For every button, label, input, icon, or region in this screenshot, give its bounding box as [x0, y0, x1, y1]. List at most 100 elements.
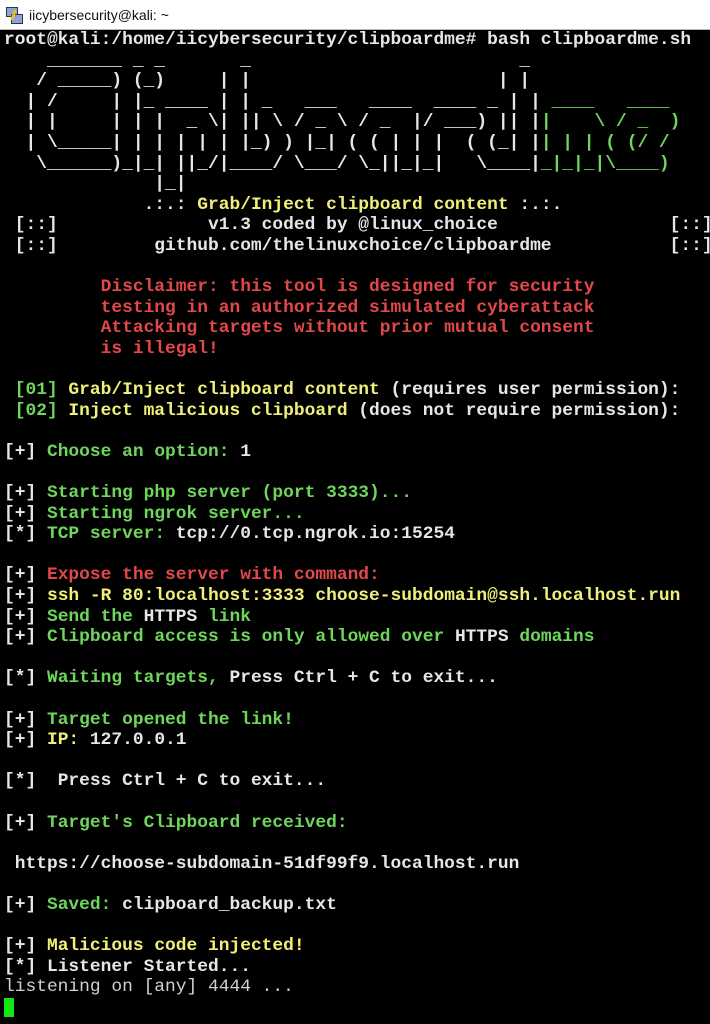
- terminal-line: .:.: Grab/Inject clipboard content :.:.: [4, 195, 710, 216]
- window-titlebar[interactable]: iicybersecurity@kali: ~: [0, 0, 710, 30]
- ascii-banner-line: / _____) (_) | | | |: [4, 71, 710, 92]
- terminal-line: Attacking targets without prior mutual c…: [4, 318, 710, 339]
- terminal-text: 1: [240, 441, 251, 462]
- terminal-text: [+]: [4, 606, 47, 627]
- terminal-text: Target's Clipboard received:: [46, 812, 348, 833]
- terminal-text: tcp://0.tcp.ngrok.io:15254: [175, 524, 455, 545]
- terminal-line: [02] Inject malicious clipboard (does no…: [4, 401, 710, 422]
- terminal-text: link: [197, 606, 251, 627]
- terminal-line: [+] Malicious code injected!: [4, 936, 710, 957]
- terminal-line: [+] Saved: clipboard_backup.txt: [4, 895, 710, 916]
- terminal-text: [+]: [4, 441, 47, 462]
- terminal-text: | | | ( (/ /: [540, 132, 670, 153]
- terminal-text: Press Ctrl + C to exit...: [229, 668, 498, 689]
- terminal-text: _|_|_|\____): [540, 153, 670, 174]
- terminal-text: Waiting targets,: [46, 668, 230, 689]
- terminal-text: | / | |_ ____ | | _ ___ ____ ____ _ | |: [4, 91, 541, 112]
- terminal-text: | \ / _ ): [540, 112, 681, 133]
- terminal-text: ____ ____: [540, 91, 670, 112]
- terminal-text: [*]: [4, 771, 58, 792]
- terminal-line: [+] ssh -R 80:localhost:3333 choose-subd…: [4, 586, 710, 607]
- terminal-text: clipboard_backup.txt: [122, 894, 337, 915]
- terminal-text: [+]: [4, 483, 47, 504]
- terminal-text: 127.0.0.1: [89, 730, 187, 751]
- terminal-text: |_|: [4, 174, 187, 195]
- terminal-text: (does not require permission):: [347, 400, 681, 421]
- terminal-text: Clipboard access is only allowed over: [46, 627, 455, 648]
- terminal-text: [+]: [4, 709, 47, 730]
- terminal-text: HTTPS: [143, 606, 198, 627]
- terminal-text: [::] v1.3 coded by @linux_choice [::]: [4, 215, 710, 236]
- terminal-text: Target opened the link!: [46, 709, 294, 730]
- terminal-text: Grab/Inject clipboard content: [197, 194, 509, 215]
- terminal-text: [+]: [4, 565, 47, 586]
- terminal-text: Send the: [46, 606, 144, 627]
- terminal-text: [+]: [4, 503, 47, 524]
- terminal-line: [*] Waiting targets, Press Ctrl + C to e…: [4, 668, 710, 689]
- terminal-text: [+]: [4, 812, 47, 833]
- terminal-text: Malicious code injected!: [46, 936, 305, 957]
- terminal-line: [::] github.com/thelinuxchoice/clipboard…: [4, 236, 710, 257]
- terminal-line: root@kali:/home/iicybersecurity/clipboar…: [4, 30, 710, 51]
- terminal-line: [01] Grab/Inject clipboard content (requ…: [4, 380, 710, 401]
- terminal-output[interactable]: root@kali:/home/iicybersecurity/clipboar…: [0, 30, 710, 1024]
- terminal-line: https://choose-subdomain-51df99f9.localh…: [4, 854, 710, 875]
- terminal-text: \______)_|_| ||_/|____/ \___/ \_||_|_| \…: [4, 153, 541, 174]
- terminal-line: [*] Press Ctrl + C to exit...: [4, 771, 710, 792]
- terminal-cursor[interactable]: [4, 997, 14, 1017]
- terminal-line: [+] Starting ngrok server...: [4, 504, 710, 525]
- terminal-text: Expose the server with command:: [46, 565, 380, 586]
- terminal-text: [+]: [4, 730, 47, 751]
- terminal-text: is illegal!: [4, 338, 219, 359]
- terminal-line: [::] v1.3 coded by @linux_choice [::]: [4, 215, 710, 236]
- terminal-line: [+] Choose an option: 1: [4, 442, 710, 463]
- terminal-text: Starting ngrok server...: [46, 503, 305, 524]
- window-title: iicybersecurity@kali: ~: [29, 6, 169, 23]
- terminal-text: Grab/Inject clipboard content: [68, 380, 380, 401]
- terminal-line: [+] Target's Clipboard received:: [4, 813, 710, 834]
- terminal-text: [*]: [4, 524, 47, 545]
- terminal-line: [*] Listener Started...: [4, 957, 710, 978]
- terminal-line: is illegal!: [4, 339, 710, 360]
- terminal-text: Disclaimer: this tool is designed for se…: [4, 277, 595, 298]
- terminal-text: .:.:: [4, 194, 198, 215]
- terminal-text: [+]: [4, 627, 47, 648]
- terminal-line: Disclaimer: this tool is designed for se…: [4, 277, 710, 298]
- terminal-text: [01]: [4, 380, 69, 401]
- terminal-text: https://choose-subdomain-51df99f9.localh…: [4, 853, 520, 874]
- ascii-banner-line: |_|: [4, 174, 710, 195]
- terminal-line: [+] IP: 127.0.0.1: [4, 730, 710, 751]
- terminal-text: HTTPS: [454, 627, 509, 648]
- terminal-text: Saved:: [46, 894, 123, 915]
- terminal-text: IP:: [46, 730, 90, 751]
- terminal-text: TCP server:: [46, 524, 176, 545]
- terminal-text: [*]: [4, 956, 47, 977]
- terminal-text: testing in an authorized simulated cyber…: [4, 297, 595, 318]
- terminal-text: [*]: [4, 668, 47, 689]
- terminal-text: Listener Started...: [46, 956, 251, 977]
- terminal-line: [*] TCP server: tcp://0.tcp.ngrok.io:152…: [4, 524, 710, 545]
- terminal-text: [+]: [4, 936, 47, 957]
- terminal-text: root@kali:/home/iicybersecurity/clipboar…: [4, 30, 692, 50]
- ascii-banner-line: | \_____| | | | | | |_) ) |_| ( ( | | | …: [4, 133, 710, 154]
- putty-icon: [5, 6, 23, 24]
- terminal-text: | \_____| | | | | | |_) ) |_| ( ( | | | …: [4, 132, 541, 153]
- terminal-text: Choose an option:: [46, 441, 241, 462]
- terminal-text: Attacking targets without prior mutual c…: [4, 318, 595, 339]
- terminal-text: _______ _ _ _ _: [4, 50, 531, 71]
- prompt-line: [4, 997, 710, 1019]
- ascii-banner-line: _______ _ _ _ _: [4, 51, 710, 72]
- terminal-text: [02]: [4, 400, 69, 421]
- terminal-line: [+] Expose the server with command:: [4, 565, 710, 586]
- terminal-line: listening on [any] 4444 ...: [4, 977, 710, 998]
- ascii-banner-line: \______)_|_| ||_/|____/ \___/ \_||_|_| \…: [4, 154, 710, 175]
- terminal-line: testing in an authorized simulated cyber…: [4, 298, 710, 319]
- terminal-text: :.:.: [508, 194, 563, 215]
